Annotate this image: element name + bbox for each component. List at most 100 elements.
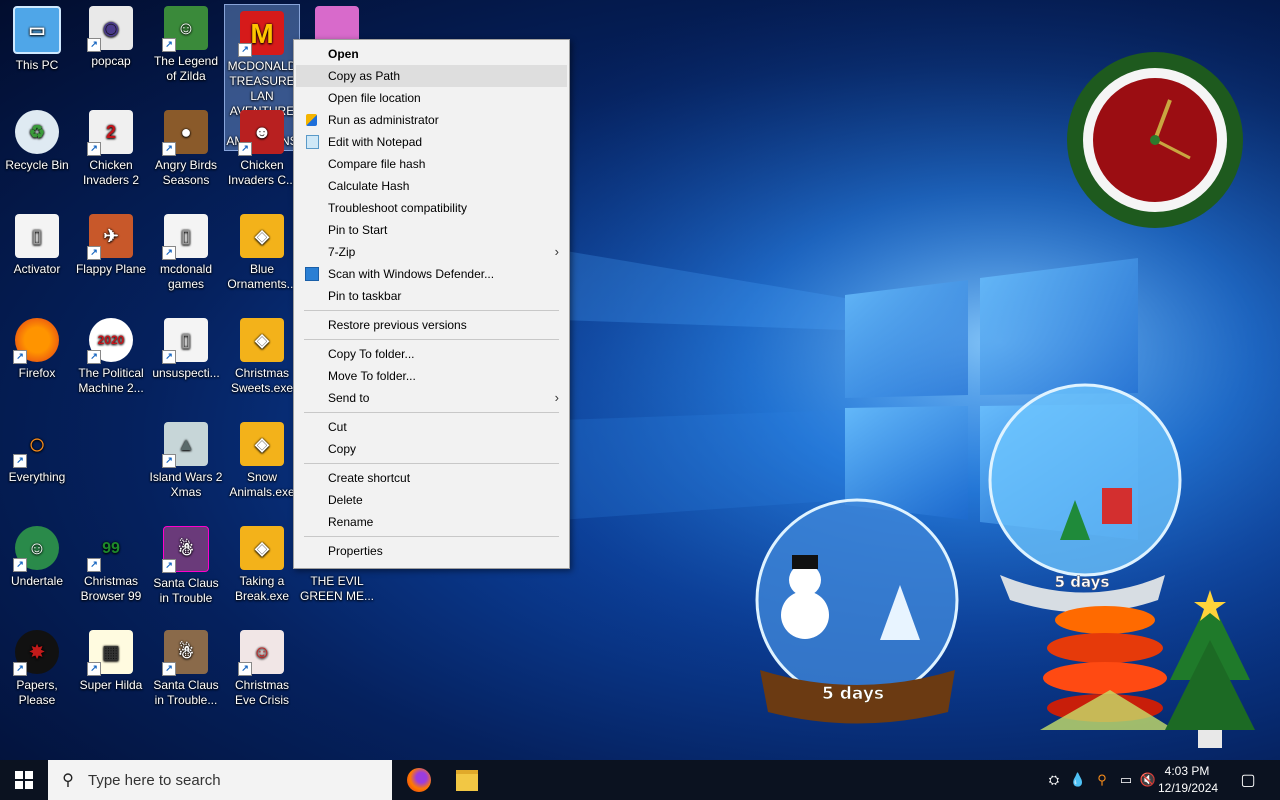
- menu-item-label: Scan with Windows Defender...: [328, 267, 495, 281]
- santa-icon: ☃ ↗: [162, 630, 208, 676]
- tray-network-people-icon[interactable]: ⛭: [1044, 760, 1064, 800]
- desktop-icon-label: Snow Animals.exe: [229, 470, 295, 499]
- desktop-icon-label: Blue Ornaments...: [227, 262, 297, 291]
- desktop-icon-label: Recycle Bin: [5, 158, 69, 172]
- desktop-icon-island-wars[interactable]: ▲ ↗ Island Wars 2 Xmas: [149, 416, 223, 500]
- notepad-icon: [306, 135, 319, 149]
- desktop-icon-label: Firefox: [18, 366, 56, 380]
- tray-volume-muted-icon[interactable]: 🔇: [1138, 760, 1158, 800]
- desktop-icon-label: Christmas Sweets.exe: [230, 366, 294, 395]
- search-placeholder: Type here to search: [88, 771, 221, 789]
- menu-separator: [304, 339, 559, 340]
- desktop-icon-firefox[interactable]: ↗ Firefox: [0, 312, 74, 381]
- taskbar-clock[interactable]: 4:03 PM 12/19/2024: [1158, 763, 1218, 797]
- computer-icon: ▭: [13, 6, 61, 54]
- desktop-icon-snow-animals[interactable]: ◈ Snow Animals.exe: [225, 416, 299, 500]
- desktop-icon-activator[interactable]: ▯ Activator: [0, 208, 74, 277]
- menu-item-label: Create shortcut: [328, 471, 411, 485]
- desktop-icon-label: Everything: [8, 470, 66, 484]
- start-button[interactable]: [0, 760, 48, 800]
- santa-icon: ☃ ↗: [162, 526, 209, 573]
- menu-item-compare-file-hash[interactable]: Compare file hash: [294, 153, 569, 175]
- menu-item-7zip[interactable]: 7-Zip ›: [294, 241, 569, 263]
- desktop-icon-christmas-sweets[interactable]: ◈ Christmas Sweets.exe: [225, 312, 299, 396]
- menu-item-run-as-admin[interactable]: Run as administrator: [294, 109, 569, 131]
- context-menu: Open Copy as Path Open file location Run…: [293, 39, 570, 569]
- desktop-icon-label: Taking a Break.exe: [234, 574, 290, 603]
- menu-item-label: Run as administrator: [328, 113, 439, 127]
- menu-item-label: Cut: [328, 420, 347, 434]
- notification-center-button[interactable]: ▢: [1228, 760, 1268, 800]
- menu-item-cut[interactable]: Cut: [294, 416, 569, 438]
- desktop-icon-christmas-browser[interactable]: 99 ↗ Christmas Browser 99: [74, 520, 148, 604]
- tray-water-drop-icon[interactable]: 💧: [1068, 760, 1088, 800]
- desktop-icon-label: Activator: [13, 262, 61, 276]
- menu-item-copy[interactable]: Copy: [294, 438, 569, 460]
- desktop-icon-unsuspecti[interactable]: ▯ ↗ unsuspecti...: [149, 312, 223, 381]
- desktop-icon-super-hilda[interactable]: ▦ ↗ Super Hilda: [74, 624, 148, 693]
- menu-item-troubleshoot-compatibility[interactable]: Troubleshoot compatibility: [294, 197, 569, 219]
- taskbar-firefox-button[interactable]: [395, 760, 443, 800]
- menu-item-label: Open: [328, 47, 359, 61]
- christmas-tree-decoration: [1165, 590, 1255, 748]
- menu-item-rename[interactable]: Rename: [294, 511, 569, 533]
- menu-item-edit-with-notepad[interactable]: Edit with Notepad: [294, 131, 569, 153]
- menu-item-label: 7-Zip: [328, 245, 356, 259]
- windows-defender-icon: [305, 267, 319, 281]
- menu-item-label: Copy To folder...: [328, 347, 415, 361]
- firefox-icon: ↗: [13, 318, 59, 364]
- desktop-icon-legend-of-zilda[interactable]: ☺ ↗ The Legend of Zilda: [149, 0, 223, 84]
- desktop-icon-santa-claus-trouble-2[interactable]: ☃ ↗ Santa Claus in Trouble...: [149, 624, 223, 708]
- tray-network-icon[interactable]: ▭: [1116, 760, 1136, 800]
- menu-item-restore-previous-versions[interactable]: Restore previous versions: [294, 314, 569, 336]
- menu-item-properties[interactable]: Properties: [294, 540, 569, 562]
- desktop-icon-papers-please[interactable]: ✸ ↗ Papers, Please: [0, 624, 74, 708]
- pixel-dog-icon: ▦ ↗: [87, 630, 133, 676]
- desktop-icon-angry-birds[interactable]: ● ↗ Angry Birds Seasons: [149, 104, 223, 188]
- menu-item-create-shortcut[interactable]: Create shortcut: [294, 467, 569, 489]
- taskbar-file-explorer-button[interactable]: [443, 760, 491, 800]
- desktop-icon-label: Angry Birds Seasons: [154, 158, 218, 187]
- desktop-icon-label: Santa Claus in Trouble: [153, 576, 219, 605]
- folder-icon: ◉ ↗: [87, 6, 133, 52]
- installer-icon: ◈: [240, 422, 284, 466]
- file-icon: ▯: [15, 214, 59, 258]
- taskbar-search-box[interactable]: ⚲ Type here to search: [48, 760, 392, 800]
- desktop-icon-popcap[interactable]: ◉ ↗ popcap: [74, 0, 148, 69]
- menu-item-label: Rename: [328, 515, 374, 529]
- desktop-icon-recycle-bin[interactable]: ♻ Recycle Bin: [0, 104, 74, 173]
- desktop-icon-label: This PC: [15, 58, 59, 72]
- desktop-icon-chicken-invaders-2[interactable]: 2 ↗ Chicken Invaders 2: [74, 104, 148, 188]
- desktop-icon-christmas-eve-crisis[interactable]: ☺ ↗ Christmas Eve Crisis: [225, 624, 299, 708]
- desktop-icon-blue-ornaments[interactable]: ◈ Blue Ornaments...: [225, 208, 299, 292]
- desktop-icon-label: Papers, Please: [16, 678, 58, 707]
- menu-item-open[interactable]: Open: [294, 43, 569, 65]
- desktop-icon-this-pc[interactable]: ▭ This PC: [0, 0, 74, 73]
- menu-item-open-file-location[interactable]: Open file location: [294, 87, 569, 109]
- desktop-icon-label: popcap: [91, 54, 131, 68]
- menu-item-copy-as-path[interactable]: Copy as Path: [296, 65, 567, 87]
- menu-item-send-to[interactable]: Send to ›: [294, 387, 569, 409]
- desktop-icon-flappy-plane[interactable]: ✈ ↗ Flappy Plane: [74, 208, 148, 277]
- firefox-icon: [407, 768, 431, 792]
- menu-item-delete[interactable]: Delete: [294, 489, 569, 511]
- desktop-icon-chicken-invaders-c[interactable]: ☻ ↗ Chicken Invaders C...: [225, 104, 299, 188]
- desktop-icon-undertale[interactable]: ☺ ↗ Undertale: [0, 520, 74, 589]
- menu-item-pin-to-start[interactable]: Pin to Start: [294, 219, 569, 241]
- desktop-icon-political-machine[interactable]: 2020 ↗ The Political Machine 2...: [74, 312, 148, 396]
- recycle-bin-icon: ♻: [15, 110, 59, 154]
- menu-item-label: Calculate Hash: [328, 179, 410, 193]
- desktop-icon-label: Island Wars 2 Xmas: [149, 470, 223, 499]
- desktop-icon-santa-claus-trouble[interactable]: ☃ ↗ Santa Claus in Trouble: [149, 520, 223, 606]
- desktop-icon-taking-a-break[interactable]: ◈ Taking a Break.exe: [225, 520, 299, 604]
- menu-item-copy-to-folder[interactable]: Copy To folder...: [294, 343, 569, 365]
- political-badge-icon: 2020 ↗: [87, 318, 133, 364]
- papers-please-icon: ✸ ↗: [13, 630, 59, 676]
- menu-item-move-to-folder[interactable]: Move To folder...: [294, 365, 569, 387]
- menu-item-scan-with-defender[interactable]: Scan with Windows Defender...: [294, 263, 569, 285]
- desktop-icon-mcdonald-games[interactable]: ▯ ↗ mcdonald games: [149, 208, 223, 292]
- menu-item-calculate-hash[interactable]: Calculate Hash: [294, 175, 569, 197]
- desktop-icon-everything[interactable]: ○ ↗ Everything: [0, 416, 74, 485]
- tray-search-everything-icon[interactable]: ⚲: [1092, 760, 1112, 800]
- menu-item-pin-to-taskbar[interactable]: Pin to taskbar: [294, 285, 569, 307]
